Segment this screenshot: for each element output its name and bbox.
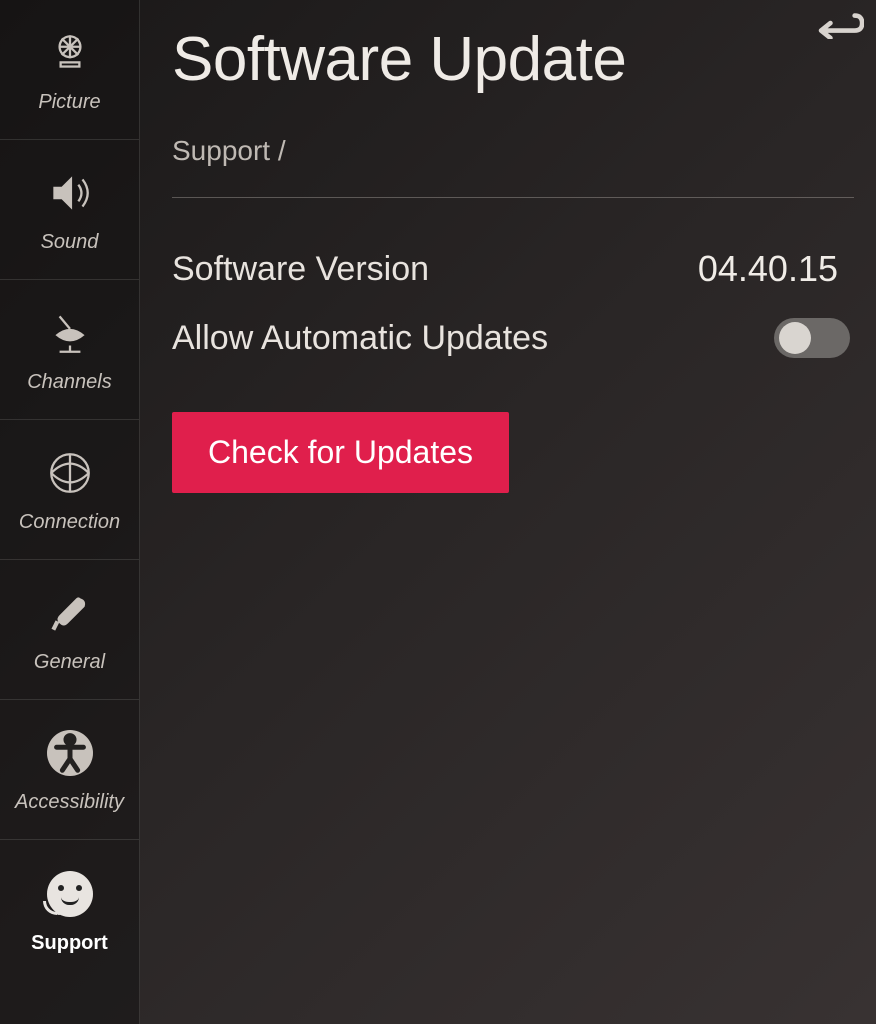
sidebar-item-picture[interactable]: Picture <box>0 0 139 140</box>
sidebar-item-label: Support <box>31 932 108 955</box>
version-row: Software Version 04.40.15 <box>172 234 854 304</box>
version-label: Software Version <box>172 250 429 289</box>
sidebar-item-label: Sound <box>41 231 99 254</box>
page-title: Software Update <box>172 24 854 95</box>
sidebar-item-label: General <box>34 651 105 674</box>
main-panel: Software Update Support / Software Versi… <box>140 0 876 1024</box>
sidebar-item-label: Picture <box>38 91 100 114</box>
sidebar-item-label: Accessibility <box>15 791 124 814</box>
sidebar-item-connection[interactable]: Connection <box>0 420 139 560</box>
sidebar-item-accessibility[interactable]: Accessibility <box>0 700 139 840</box>
sidebar-item-sound[interactable]: Sound <box>0 140 139 280</box>
auto-update-row[interactable]: Allow Automatic Updates <box>172 304 854 372</box>
accessibility-icon <box>47 725 93 781</box>
settings-sidebar: Picture Sound Channels Connection Genera… <box>0 0 140 1024</box>
breadcrumb: Support / <box>172 135 854 167</box>
auto-update-label: Allow Automatic Updates <box>172 319 548 358</box>
back-button[interactable] <box>806 4 866 44</box>
sidebar-item-channels[interactable]: Channels <box>0 280 139 420</box>
toggle-knob <box>779 322 811 354</box>
general-icon <box>45 585 95 641</box>
check-updates-button[interactable]: Check for Updates <box>172 412 509 493</box>
auto-update-toggle[interactable] <box>774 318 850 358</box>
sidebar-item-general[interactable]: General <box>0 560 139 700</box>
sidebar-item-support[interactable]: Support <box>0 840 139 980</box>
sound-icon <box>45 165 95 221</box>
picture-icon <box>45 25 95 81</box>
support-icon <box>47 866 93 922</box>
back-arrow-icon <box>808 9 864 39</box>
connection-icon <box>45 445 95 501</box>
sidebar-item-label: Channels <box>27 371 112 394</box>
channels-icon <box>45 305 95 361</box>
sidebar-item-label: Connection <box>19 511 120 534</box>
version-value: 04.40.15 <box>698 248 850 290</box>
divider <box>172 197 854 198</box>
